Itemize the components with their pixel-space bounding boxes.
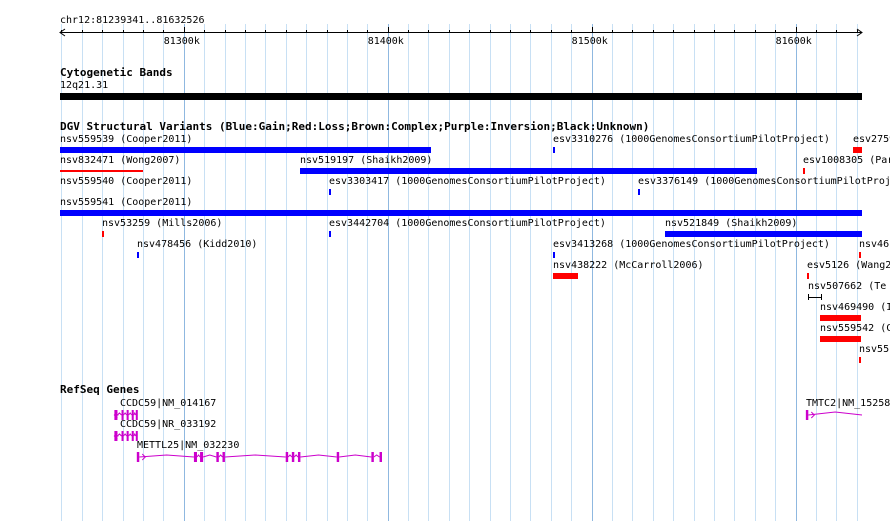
gene-exon [126, 431, 129, 441]
variant-label: nsv559539 (Cooper2011) [60, 134, 193, 145]
variant-bar-esv5126[interactable] [807, 273, 809, 279]
gene-model[interactable] [802, 409, 866, 421]
variant-bar-nsv519197[interactable] [300, 168, 757, 174]
ruler-tick-label: 81600k [776, 36, 812, 47]
gene-exon [285, 452, 289, 462]
gene-exon [371, 452, 374, 462]
variant-label: nsv438222 (McCarroll2006) [553, 260, 704, 271]
gene-intron [808, 411, 863, 416]
gene-label: CCDC59|NM_014167 [120, 398, 217, 409]
cytoband-bar[interactable] [60, 93, 862, 100]
variant-bar-nsv521849[interactable] [665, 231, 862, 237]
variant-label: nsv559541 (Cooper2011) [60, 197, 193, 208]
ruler-tick-label: 81300k [164, 36, 200, 47]
gene-exon [291, 452, 295, 462]
variant-label: esv3413268 (1000GenomesConsortiumPilotPr… [553, 239, 830, 250]
gene-exon [136, 452, 140, 462]
variant-label: esv3310276 (1000GenomesConsortiumPilotPr… [553, 134, 830, 145]
variant-label: nsv521849 (Shaikh2009) [665, 218, 798, 229]
variant-label: esv5126 (Wang2 [807, 260, 890, 271]
variant-label: nsv559542 (Co [820, 323, 890, 334]
variant-label: esv1008305 (Par [803, 155, 890, 166]
variant-label: nsv478456 (Kidd2010) [137, 239, 258, 250]
refseq-track-title: RefSeq Genes [60, 383, 140, 396]
variant-bar-nsv559542[interactable] [820, 336, 861, 342]
variant-bar-nsv46[interactable] [859, 252, 861, 258]
variant-label: esv3303417 (1000GenomesConsortiumPilotPr… [329, 176, 606, 187]
gene-exon [805, 410, 809, 420]
genome-browser-tracks: chr12:81239341..81632526 81300k 81400k 815… [0, 0, 890, 521]
variant-bar-nsv559539[interactable] [60, 147, 431, 153]
variant-bar-nsv832471[interactable] [60, 170, 143, 172]
variant-label: nsv53259 (Mills2006) [102, 218, 223, 229]
variant-label: nsv46 [859, 239, 890, 250]
variant-bar-nsv507662[interactable] [808, 294, 822, 300]
dgv-track-title: DGV Structural Variants (Blue:Gain;Red:L… [60, 120, 650, 133]
variant-label: esv3376149 (1000GenomesConsortiumPilotPr… [638, 176, 890, 187]
variant-bar-esv3303417[interactable] [329, 189, 331, 195]
variant-bar-esv3413268[interactable] [553, 252, 555, 258]
variant-bar-nsv559541[interactable] [60, 210, 862, 216]
gene-exon [193, 452, 197, 462]
variant-label: esv27599 [853, 134, 890, 145]
gene-exon [222, 452, 225, 462]
gene-exon [297, 452, 301, 462]
variant-bar-esv3310276[interactable] [553, 147, 555, 153]
variant-label: nsv55 [859, 344, 890, 355]
variant-bar-nsv55[interactable] [859, 357, 861, 363]
gene-exon [200, 452, 204, 462]
variant-bar-nsv478456[interactable] [137, 252, 139, 258]
variant-label: nsv469490 (I [820, 302, 890, 313]
variant-bar-esv3376149[interactable] [638, 189, 640, 195]
gene-label: METTL25|NM_032230 [137, 440, 240, 451]
variant-label: nsv507662 (Te [808, 281, 887, 292]
gene-exon [379, 452, 382, 462]
gene-model[interactable] [133, 451, 396, 463]
gene-intron [139, 454, 380, 458]
gene-label: TMTC2|NM_15258 [806, 398, 890, 409]
variant-bar-esv1008305[interactable] [803, 168, 805, 174]
gene-label: CCDC59|NR_033192 [120, 419, 217, 430]
gene-exon [131, 431, 134, 441]
gene-exon [121, 431, 124, 441]
variant-bar-esv3442704[interactable] [329, 231, 331, 237]
cytoband-label: 12q21.31 [60, 80, 109, 91]
variant-label: nsv832471 (Wong2007) [60, 155, 181, 166]
ruler-tick-label: 81500k [572, 36, 608, 47]
variant-label: nsv559540 (Cooper2011) [60, 176, 193, 187]
cytoband-track-title: Cytogenetic Bands [60, 66, 173, 79]
variant-label: esv3442704 (1000GenomesConsortiumPilotPr… [329, 218, 606, 229]
variant-bar-nsv469490[interactable] [820, 315, 861, 321]
gene-exon [216, 452, 219, 462]
ruler: 81300k 81400k 81500k 81600k [59, 27, 863, 47]
gene-exon [336, 452, 340, 462]
variant-bar-nsv438222[interactable] [553, 273, 578, 279]
variant-label: nsv519197 (Shaikh2009) [300, 155, 433, 166]
variant-bar-nsv53259[interactable] [102, 231, 104, 237]
variant-bar-esv2759[interactable] [853, 147, 862, 153]
ruler-tick-label: 81400k [368, 36, 404, 47]
